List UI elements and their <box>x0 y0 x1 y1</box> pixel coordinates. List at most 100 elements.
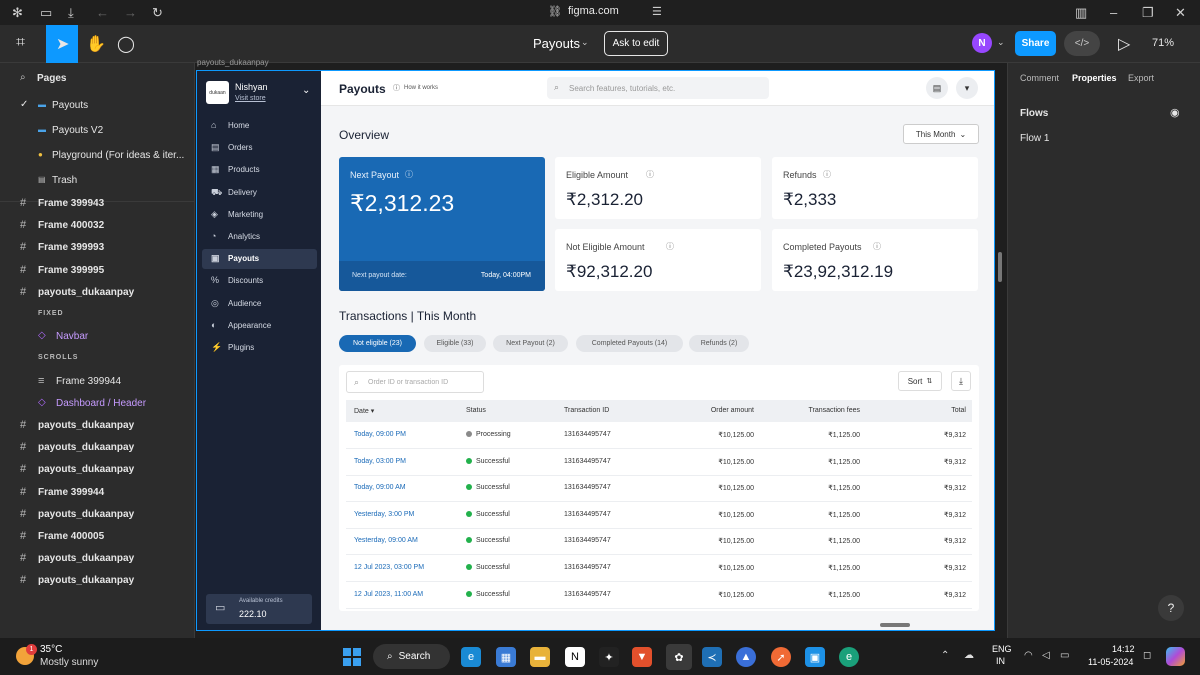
frame-label[interactable]: payouts_dukaanpay <box>197 58 269 67</box>
forward-icon[interactable]: → <box>124 5 137 20</box>
filter-chip[interactable]: Completed Payouts (14) <box>576 335 683 352</box>
minimize-icon[interactable]: – <box>1110 5 1117 20</box>
browser-menu-icon[interactable]: ✻ <box>12 5 23 21</box>
page-item[interactable]: ▬ Payouts V2 <box>0 118 195 143</box>
battery-icon[interactable]: ▭ <box>1060 650 1069 661</box>
page-item[interactable]: ✓ ▬ Payouts <box>0 93 195 118</box>
nav-item-products[interactable]: ▦ Products <box>202 160 317 180</box>
page-item[interactable]: ● Playground (For ideas & iter... <box>0 143 195 168</box>
nav-item-home[interactable]: ⌂ Home <box>202 116 317 136</box>
info-icon[interactable]: ⓘ <box>873 241 881 252</box>
table-row[interactable]: 12 Jul 2023, 11:00 AM Successful 131634495… <box>346 582 972 609</box>
table-row[interactable]: Yesterday, 3:00 PM Successful 131634495747… <box>346 502 972 529</box>
windows-start-icon[interactable] <box>343 648 361 666</box>
chevron-down-icon[interactable]: ⌄ <box>302 85 310 96</box>
url-text[interactable]: figma.com <box>568 5 619 17</box>
nav-item-appearance[interactable]: ◐ Appearance <box>202 316 317 336</box>
period-select[interactable]: This Month ⌄ <box>903 124 979 144</box>
active-app-icon[interactable]: ✿ <box>666 644 692 670</box>
download-button[interactable]: ⤓ <box>951 371 971 391</box>
info-icon[interactable]: ⓘ <box>405 169 413 180</box>
share-button[interactable]: Share <box>1015 31 1056 56</box>
canvas-scrollbar-vertical[interactable] <box>998 252 1002 282</box>
edge-icon[interactable]: e <box>461 647 481 667</box>
lang-line2[interactable]: IN <box>996 656 1005 666</box>
filter-chip[interactable]: Not eligible (23) <box>339 335 416 352</box>
canvas-scrollbar-horizontal[interactable] <box>880 623 910 627</box>
table-row[interactable]: Today, 03:00 PM Successful 131634495747 ₹10… <box>346 449 972 476</box>
payouts-frame[interactable]: dukaan Nishyan Visit store ⌄ ⌂ Home ▤ Order… <box>196 70 995 631</box>
table-row[interactable]: Today, 09:00 AM Successful 131634495747 ₹10… <box>346 475 972 503</box>
nav-item-marketing[interactable]: ◈ Marketing <box>202 205 317 225</box>
notion-icon[interactable]: N <box>565 647 585 667</box>
info-icon[interactable]: ⓘ <box>823 169 831 180</box>
figma-app-icon[interactable]: ✦ <box>599 647 619 667</box>
copilot-icon[interactable] <box>1166 647 1185 666</box>
layer-item[interactable]: # payouts_dukaanpay <box>0 568 195 593</box>
app-icon[interactable]: ▲ <box>736 647 756 667</box>
pages-header[interactable]: Pages <box>37 73 66 84</box>
tune-icon[interactable]: ☰ <box>652 5 662 18</box>
table-row[interactable]: 12 Jul 2023, 03:00 PM Successful 131634495… <box>346 555 972 582</box>
dev-mode-toggle[interactable]: </> <box>1064 31 1100 56</box>
visit-store-link[interactable]: Visit store <box>235 95 266 102</box>
credits-box[interactable]: ▭ Available credits 222.10 <box>206 594 312 624</box>
how-it-works-link[interactable]: How it works <box>404 85 438 91</box>
vscode-icon[interactable]: ≺ <box>702 647 722 667</box>
sort-button[interactable]: Sort ⇅ <box>898 371 942 391</box>
table-row[interactable]: Yesterday, 09:00 AM Successful 13163449574… <box>346 528 972 556</box>
cell-date[interactable]: 12 Jul 2023, 03:00 PM <box>354 564 424 571</box>
cell-date[interactable]: Yesterday, 3:00 PM <box>354 511 414 518</box>
ask-to-edit-button[interactable]: Ask to edit <box>604 31 668 56</box>
edge-dev-icon[interactable]: e <box>839 647 859 667</box>
clock-time[interactable]: 14:12 <box>1112 644 1135 654</box>
chevron-down-icon[interactable]: ⌄ <box>997 37 1005 48</box>
nav-item-orders[interactable]: ▤ Orders <box>202 138 317 158</box>
folder-icon[interactable]: ▬ <box>530 647 550 667</box>
tab-comment[interactable]: Comment <box>1020 73 1059 83</box>
help-icon[interactable]: ⓘ <box>393 83 400 93</box>
back-icon[interactable]: ← <box>96 5 109 20</box>
column-header[interactable]: Order amount <box>711 407 754 414</box>
postman-icon[interactable]: ➚ <box>771 647 791 667</box>
clock-date[interactable]: 11-05-2024 <box>1088 657 1133 667</box>
filter-chip[interactable]: Refunds (2) <box>689 335 749 352</box>
file-title[interactable]: Payouts <box>533 36 580 51</box>
transaction-filter-input[interactable]: ⌕ Order ID or transaction ID <box>346 371 484 393</box>
sidebar-toggle-icon[interactable]: ▭ <box>40 5 52 21</box>
flow-item[interactable]: Flow 1 <box>1020 133 1049 144</box>
restore-icon[interactable]: ❐ <box>1142 5 1154 21</box>
page-item[interactable]: ▤ Trash <box>0 168 195 193</box>
cell-date[interactable]: Today, 09:00 AM <box>354 484 406 491</box>
present-icon[interactable]: ▷ <box>1118 34 1130 54</box>
chevron-up-icon[interactable]: ⌃ <box>941 650 949 661</box>
column-header[interactable]: Transaction fees <box>809 407 861 414</box>
nav-item-analytics[interactable]: ◔ Analytics <box>202 227 317 247</box>
info-icon[interactable]: ⓘ <box>666 241 674 252</box>
info-icon[interactable]: ⓘ <box>646 169 654 180</box>
chevron-down-icon[interactable]: ⌄ <box>581 37 589 48</box>
taskbar-search[interactable]: ⌕ Search <box>373 644 450 669</box>
store-icon[interactable]: ▦ <box>496 647 516 667</box>
table-row[interactable]: Today, 09:00 PM Processing 131634495747 ₹10… <box>346 422 972 449</box>
wifi-icon[interactable]: ◠ <box>1024 650 1033 661</box>
close-icon[interactable]: ✕ <box>1175 5 1186 21</box>
tab-export[interactable]: Export <box>1128 73 1154 83</box>
avatar[interactable]: N <box>972 33 992 53</box>
tab-properties[interactable]: Properties <box>1072 73 1117 83</box>
search-icon[interactable]: ⌕ <box>20 72 26 83</box>
reload-icon[interactable]: ↻ <box>152 5 163 21</box>
nav-item-plugins[interactable]: ⚡ Plugins <box>202 338 317 358</box>
lang-line1[interactable]: ENG <box>992 644 1012 654</box>
filter-chip[interactable]: Next Payout (2) <box>493 335 568 352</box>
nav-item-delivery[interactable]: ⛟ Delivery <box>202 183 317 203</box>
filter-chip[interactable]: Eligible (33) <box>424 335 486 352</box>
cell-date[interactable]: Today, 03:00 PM <box>354 458 406 465</box>
column-header[interactable]: Date ▾ <box>354 407 374 415</box>
cell-date[interactable]: Today, 09:00 PM <box>354 431 406 438</box>
weather-icon[interactable]: 1 <box>16 644 37 665</box>
split-view-icon[interactable]: ▥ <box>1075 5 1087 21</box>
docker-icon[interactable]: ▣ <box>805 647 825 667</box>
search-input[interactable]: ⌕ Search features, tutorials, etc. <box>547 77 769 99</box>
figma-menu-icon[interactable]: ⌗ <box>16 34 25 52</box>
